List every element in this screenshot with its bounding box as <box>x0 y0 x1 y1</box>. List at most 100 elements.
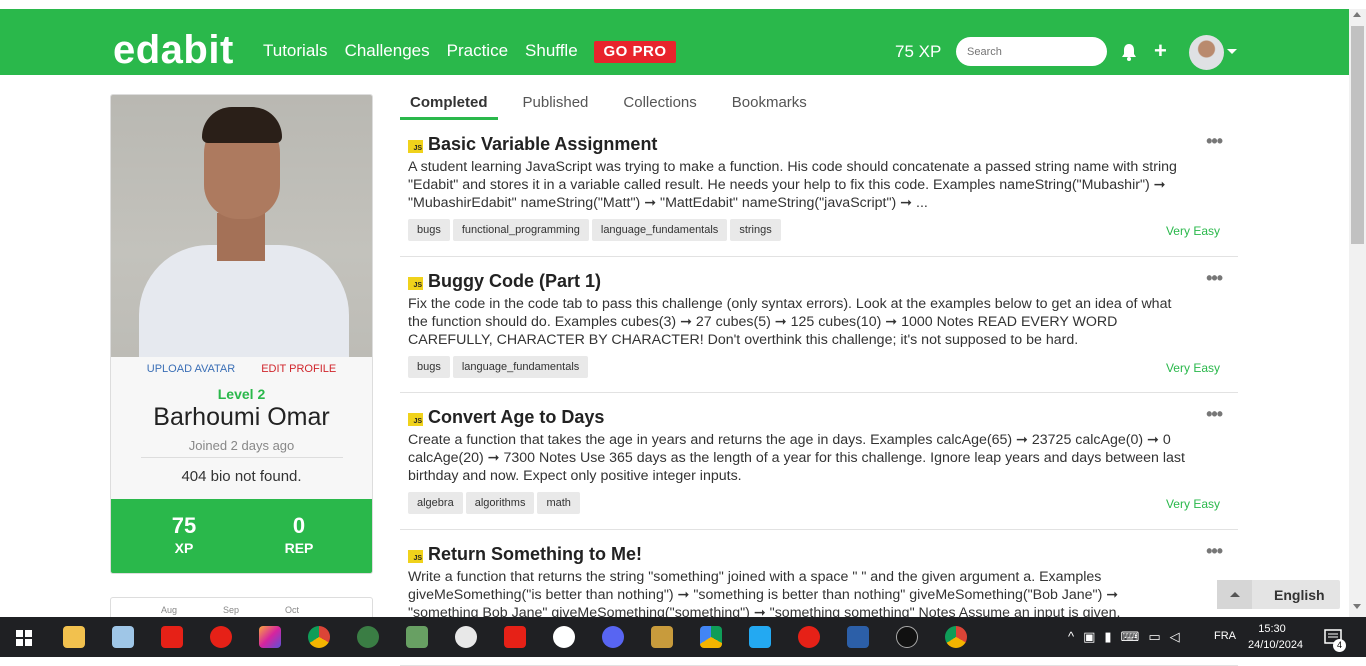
challenge-item[interactable]: JS Basic Variable Assignment ••• A stude… <box>400 120 1238 257</box>
tag[interactable]: language_fundamentals <box>592 219 727 241</box>
chevron-up-icon[interactable]: ^ <box>1068 629 1074 645</box>
keyboard-icon[interactable]: ⌨ <box>1121 629 1140 645</box>
chevron-up-icon[interactable] <box>1217 580 1252 609</box>
tag[interactable]: functional_programming <box>453 219 589 241</box>
instagram-icon[interactable] <box>259 626 281 648</box>
bell-icon[interactable] <box>1121 43 1137 66</box>
calendar-month: Aug <box>161 605 177 615</box>
chevron-down-icon[interactable] <box>1227 49 1237 54</box>
system-tray: ^ ▣ ▮ ⌨ ▭ ◁ <box>1068 629 1180 645</box>
youtube-music-icon[interactable] <box>210 626 232 648</box>
network-icon[interactable]: ▭ <box>1148 629 1160 645</box>
freecodecamp-icon[interactable] <box>896 626 918 648</box>
challenge-title[interactable]: Convert Age to Days <box>428 407 604 428</box>
user-level: Level 2 <box>111 386 372 402</box>
tag[interactable]: strings <box>730 219 780 241</box>
tag[interactable]: algorithms <box>466 492 535 514</box>
tag[interactable]: language_fundamentals <box>453 356 588 378</box>
javascript-icon: JS <box>408 550 423 563</box>
rep-value: 0 <box>249 513 349 539</box>
vscode-icon[interactable] <box>749 626 771 648</box>
scroll-up-icon[interactable] <box>1353 12 1361 17</box>
youtube-icon[interactable] <box>161 626 183 648</box>
browser-top-strip <box>0 0 1366 9</box>
rep-stat: 0 REP <box>249 513 349 556</box>
nav-link-practice[interactable]: Practice <box>447 41 508 61</box>
more-options-icon[interactable]: ••• <box>1206 546 1222 556</box>
avatar[interactable] <box>1189 35 1224 70</box>
tag[interactable]: algebra <box>408 492 463 514</box>
tab-bookmarks[interactable]: Bookmarks <box>732 94 807 120</box>
challenge-tabs: Completed Published Collections Bookmark… <box>400 94 1238 120</box>
calendar-month: Oct <box>285 605 299 615</box>
windows-start-icon[interactable] <box>16 630 32 646</box>
xp-label: XP <box>134 540 234 556</box>
clock-time: 15:30 <box>1248 621 1296 637</box>
microphone-icon[interactable]: ▮ <box>1104 629 1111 645</box>
user-bio: 404 bio not found. <box>111 468 372 485</box>
tab-published[interactable]: Published <box>523 94 589 120</box>
go-pro-button[interactable]: GO PRO <box>594 41 676 63</box>
nav-link-tutorials[interactable]: Tutorials <box>263 41 328 61</box>
divider <box>141 457 343 458</box>
javascript-icon: JS <box>408 140 423 153</box>
upload-avatar-link[interactable]: UPLOAD AVATAR <box>147 363 235 375</box>
powershell-icon[interactable] <box>847 626 869 648</box>
chrome-canary-icon[interactable] <box>798 626 820 648</box>
github-icon[interactable] <box>553 626 575 648</box>
challenge-description: Write a function that returns the string… <box>408 568 1188 622</box>
challenge-header: JS Buggy Code (Part 1) <box>408 271 601 292</box>
quran-icon[interactable] <box>357 626 379 648</box>
challenge-tags: bugsfunctional_programminglanguage_funda… <box>408 219 781 241</box>
challenge-title[interactable]: Buggy Code (Part 1) <box>428 271 601 292</box>
volume-icon[interactable]: ◁ <box>1170 629 1180 645</box>
nodejs-icon[interactable] <box>406 626 428 648</box>
plus-icon[interactable]: + <box>1154 38 1167 64</box>
google-drive-icon[interactable] <box>700 626 722 648</box>
league-of-legends-icon[interactable] <box>651 626 673 648</box>
calendar-month: Sep <box>223 605 239 615</box>
challenge-item[interactable]: JS Buggy Code (Part 1) ••• Fix the code … <box>400 257 1238 394</box>
javascript-icon: JS <box>408 413 423 426</box>
search-input[interactable] <box>956 37 1107 66</box>
language-label[interactable]: English <box>1274 587 1325 603</box>
edit-profile-link[interactable]: EDIT PROFILE <box>261 363 336 375</box>
notepad-icon[interactable] <box>112 626 134 648</box>
nav-link-shuffle[interactable]: Shuffle <box>525 41 578 61</box>
nav-links: Tutorials Challenges Practice Shuffle <box>263 41 578 61</box>
rep-label: REP <box>249 540 349 556</box>
more-options-icon[interactable]: ••• <box>1206 136 1222 146</box>
chrome-profile-icon[interactable] <box>945 626 967 648</box>
input-language[interactable]: FRA <box>1214 630 1236 642</box>
scrollbar-thumb[interactable] <box>1351 26 1364 244</box>
challenge-title[interactable]: Return Something to Me! <box>428 544 642 565</box>
slack-icon[interactable] <box>455 626 477 648</box>
challenge-header: JS Convert Age to Days <box>408 407 604 428</box>
tab-collections[interactable]: Collections <box>623 94 696 120</box>
scroll-down-icon[interactable] <box>1353 604 1361 609</box>
clock[interactable]: 15:30 24/10/2024 <box>1248 621 1296 653</box>
challenge-description: A student learning JavaScript was trying… <box>408 158 1188 212</box>
youtube-icon[interactable] <box>504 626 526 648</box>
language-selector[interactable]: English <box>1217 580 1340 609</box>
file-explorer-icon[interactable] <box>63 626 85 648</box>
joined-date: Joined 2 days ago <box>111 438 372 453</box>
challenge-list: JS Basic Variable Assignment ••• A stude… <box>400 120 1238 666</box>
brand-logo[interactable]: edabit <box>113 28 234 73</box>
challenge-title[interactable]: Basic Variable Assignment <box>428 134 657 155</box>
tag[interactable]: bugs <box>408 219 450 241</box>
challenge-tags: algebraalgorithmsmath <box>408 492 580 514</box>
tag[interactable]: math <box>537 492 579 514</box>
tag[interactable]: bugs <box>408 356 450 378</box>
challenge-item[interactable]: JS Convert Age to Days ••• Create a func… <box>400 393 1238 530</box>
xp-stat: 75 XP <box>134 513 234 556</box>
discord-icon[interactable] <box>602 626 624 648</box>
challenge-header: JS Return Something to Me! <box>408 544 642 565</box>
chrome-icon[interactable] <box>308 626 330 648</box>
camera-icon[interactable]: ▣ <box>1083 629 1095 645</box>
tab-completed[interactable]: Completed <box>400 94 498 120</box>
more-options-icon[interactable]: ••• <box>1206 409 1222 419</box>
javascript-icon: JS <box>408 277 423 290</box>
nav-link-challenges[interactable]: Challenges <box>345 41 430 61</box>
more-options-icon[interactable]: ••• <box>1206 273 1222 283</box>
